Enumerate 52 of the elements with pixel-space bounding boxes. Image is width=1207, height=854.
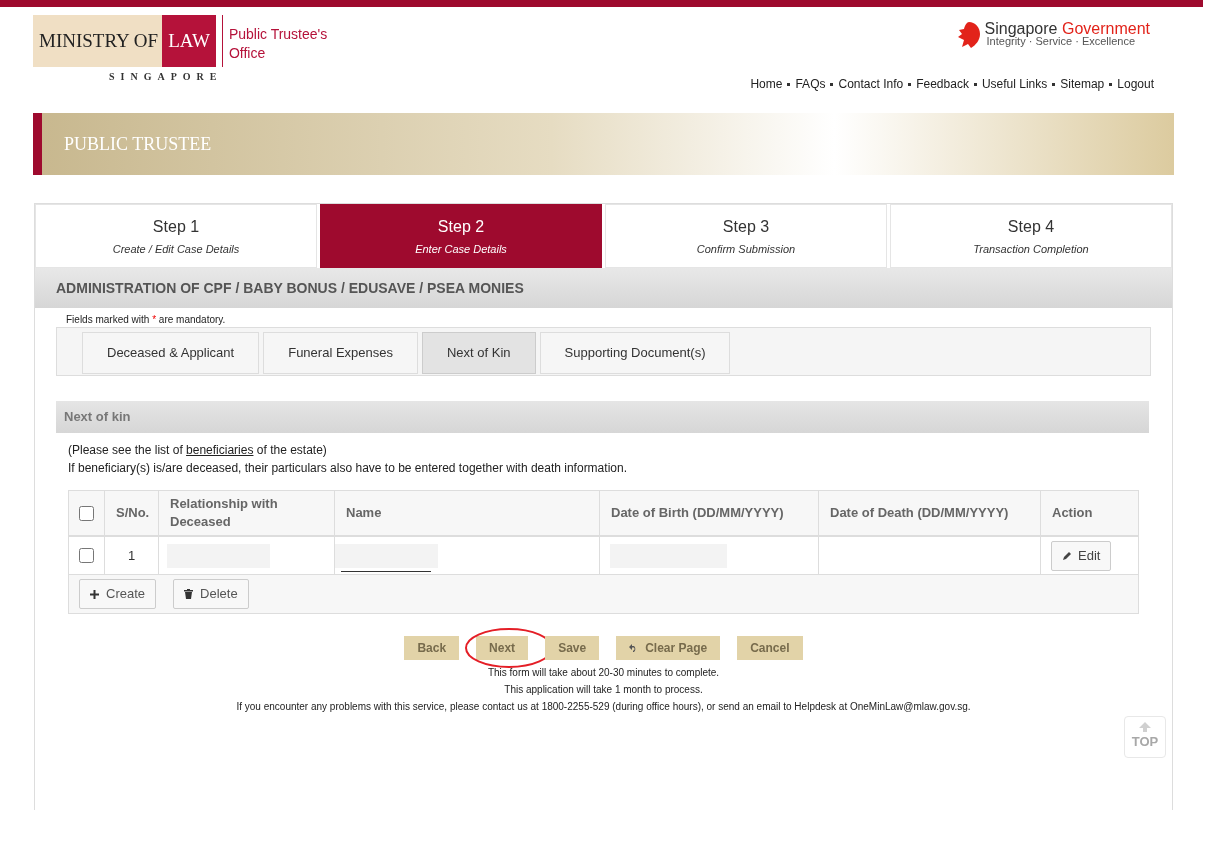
ministry-logo[interactable]: MINISTRY OF LAW Public Trustee's Office SINGAPORE [33, 15, 333, 93]
banner-title: PUBLIC TRUSTEE [64, 132, 212, 156]
column-header: Date of Death (DD/MM/YYYY) [819, 491, 1041, 535]
create-button[interactable]: Create [79, 579, 157, 609]
footer-note: This application will take 1 month to process. [504, 683, 703, 697]
nav-link[interactable]: Logout [1117, 75, 1154, 93]
panel-title: Next of kin [64, 408, 131, 427]
footer-note: If you encounter any problems with this service, please contact us at 1800-2255-529 (during office hours), or send an email to Helpdesk at OneMinLaw@mlaw.gov.sg. [236, 700, 971, 714]
select-all-checkbox[interactable] [79, 505, 94, 521]
nav-link[interactable]: Useful Links [981, 75, 1048, 93]
form-button[interactable]: Cancel [737, 636, 803, 660]
pencil-icon [1062, 550, 1072, 561]
form-tab[interactable]: Supporting Document(s) [539, 332, 731, 374]
form-button[interactable]: Next [476, 636, 529, 660]
edit-button[interactable]: Edit [1051, 540, 1112, 571]
column-header: S/No. [105, 491, 159, 535]
form-tab[interactable]: Deceased & Applicant [82, 332, 260, 374]
column-header: Date of Birth (DD/MM/YYYY) [600, 491, 819, 535]
form-tab[interactable]: Funeral Expenses [263, 332, 418, 374]
trash-icon [184, 589, 194, 599]
beneficiaries-link[interactable]: beneficiaries [186, 443, 254, 457]
nav-link[interactable]: Feedback [916, 75, 969, 93]
form-button[interactable]: Back [404, 636, 460, 660]
footer-note: This form will take about 20-30 minutes to complete. [487, 666, 720, 680]
deceased-note: If beneficiary(s) is/are deceased, their particulars also have to be entered together with death information. [68, 460, 628, 477]
column-header: Name [335, 491, 600, 535]
step-subtitle: Transaction Completion [973, 241, 1089, 257]
delete-button[interactable]: Delete [173, 579, 249, 609]
mandatory-note: Fields marked with * are mandatory. [65, 313, 227, 327]
nav-link[interactable]: FAQs [795, 75, 826, 93]
beneficiaries-note: (Please see the list of beneficiaries of the estate) [68, 442, 328, 459]
step-subtitle: Create / Edit Case Details [112, 241, 240, 257]
step-subtitle: Confirm Submission [696, 241, 796, 257]
table-cell-text: 1 [127, 546, 136, 565]
nav-link[interactable]: Home [750, 75, 783, 93]
nav-link[interactable]: Sitemap [1060, 75, 1105, 93]
clear-page-button[interactable]: Clear Page [616, 636, 721, 660]
plus-icon [90, 589, 99, 599]
government-logo: Singapore Government Integrity · Service · Excellence [956, 21, 1150, 49]
step-title: Step 2 [437, 216, 485, 237]
step-title: Step 4 [1007, 216, 1055, 237]
step-title: Step 3 [722, 216, 770, 237]
row-checkbox[interactable] [79, 548, 94, 563]
step-subtitle: Enter Case Details [415, 241, 507, 257]
step-title: Step 1 [152, 216, 200, 237]
column-header: Action [1051, 504, 1094, 522]
section-title: ADMINISTRATION OF CPF / BABY BONUS / EDUSAVE / PSEA MONIES [56, 278, 524, 298]
column-header: Relationship with Deceased [159, 491, 335, 535]
up-arrow-icon [1139, 722, 1151, 733]
nav-link[interactable]: Contact Info [838, 75, 904, 93]
form-button[interactable]: Save [545, 636, 600, 660]
form-tab[interactable]: Next of Kin [422, 332, 536, 374]
